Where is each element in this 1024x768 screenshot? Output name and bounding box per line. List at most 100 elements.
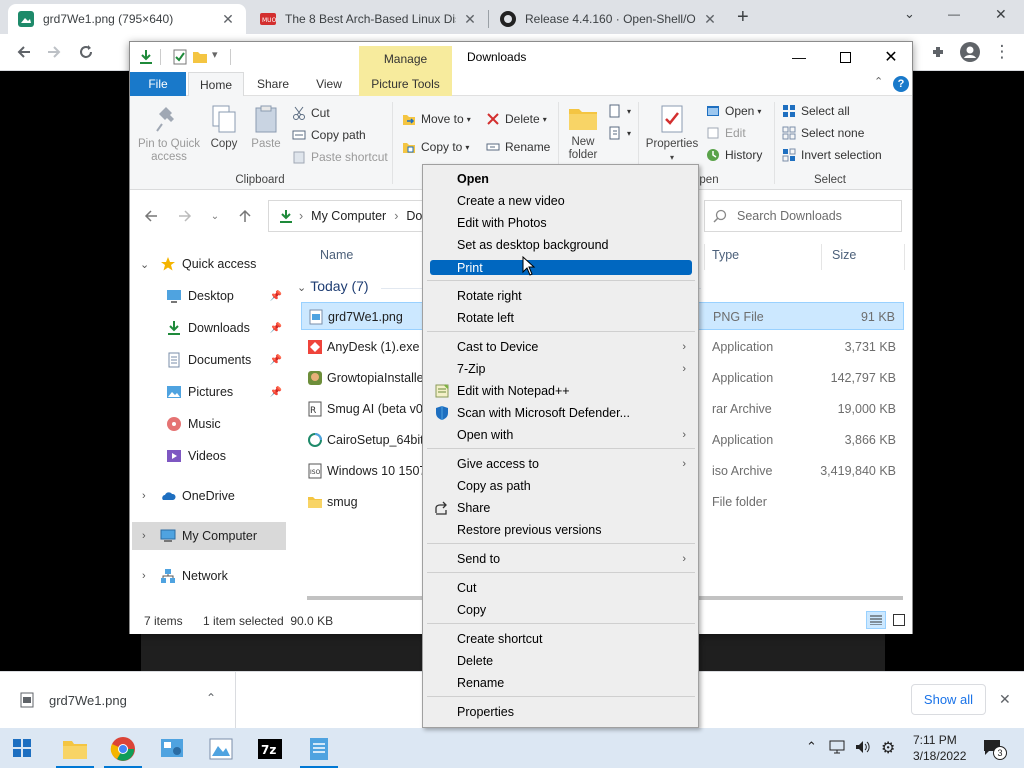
nav-pictures[interactable]: Pictures 📌 (130, 378, 288, 406)
chrome-taskbar-icon[interactable] (110, 736, 136, 762)
select-none-button[interactable]: Select none (782, 126, 864, 140)
download-options-chevron-icon[interactable]: ⌃ (206, 691, 216, 705)
tab-image[interactable]: grd7We1.png (795×640) ✕ (8, 4, 246, 34)
copy-button[interactable]: Copy (206, 104, 242, 151)
group-header[interactable]: ⌄ Today (7) (297, 278, 369, 294)
menu-scan-defender[interactable]: Scan with Microsoft Defender... (425, 402, 696, 424)
clock-date[interactable]: 3/18/2022 (913, 749, 966, 763)
column-size[interactable]: Size (832, 248, 856, 262)
recent-locations-icon[interactable]: ⌄ (206, 207, 224, 225)
properties-button[interactable]: Properties ▾ (644, 104, 700, 164)
back-icon[interactable] (12, 40, 36, 64)
menu-edit-photos[interactable]: Edit with Photos (425, 212, 696, 234)
menu-7zip[interactable]: 7-Zip › (425, 358, 696, 380)
rename-button[interactable]: Rename (486, 140, 550, 154)
chrome-menu-icon[interactable]: ⋮ (990, 40, 1014, 64)
tab-file[interactable]: File (130, 72, 186, 96)
menu-open-with[interactable]: Open with › (425, 424, 696, 446)
tab-share[interactable]: Share (248, 72, 298, 96)
nav-onedrive[interactable]: › OneDrive (130, 482, 288, 510)
menu-copy-as-path[interactable]: Copy as path (425, 475, 696, 497)
tab-view[interactable]: View (306, 72, 352, 96)
minimize-button[interactable]: — (776, 42, 822, 72)
paste-shortcut-button[interactable]: Paste shortcut (292, 150, 388, 164)
tab-picture-tools[interactable]: Picture Tools (359, 72, 452, 96)
show-all-button[interactable]: Show all (911, 684, 986, 715)
select-all-button[interactable]: Select all (782, 104, 850, 118)
minimize-button[interactable]: — (948, 7, 960, 21)
manage-tab[interactable]: Manage (359, 46, 452, 72)
tab-close-icon[interactable]: ✕ (220, 11, 236, 28)
menu-rotate-right[interactable]: Rotate right (425, 285, 696, 307)
menu-open[interactable]: Open (425, 168, 696, 190)
column-name[interactable]: Name (320, 248, 353, 262)
nav-quick-access[interactable]: ⌄ Quick access (130, 250, 288, 278)
close-button[interactable]: ✕ (868, 42, 914, 72)
nav-my-computer[interactable]: › My Computer (132, 522, 286, 550)
close-window-button[interactable]: ✕ (995, 6, 1007, 23)
nav-music[interactable]: Music (130, 410, 288, 438)
column-type[interactable]: Type (712, 248, 739, 262)
search-box[interactable]: Search Downloads (704, 200, 902, 232)
menu-send-to[interactable]: Send to › (425, 548, 696, 570)
back-icon[interactable] (142, 207, 160, 225)
close-download-bar-icon[interactable]: ✕ (999, 691, 1011, 708)
nav-videos[interactable]: Videos (130, 442, 288, 470)
invert-selection-button[interactable]: Invert selection (782, 148, 882, 162)
notepad-taskbar-icon[interactable] (306, 736, 332, 762)
menu-copy[interactable]: Copy (425, 599, 696, 621)
menu-give-access[interactable]: Give access to › (425, 453, 696, 475)
menu-create-shortcut[interactable]: Create shortcut (425, 628, 696, 650)
new-folder-qat-icon[interactable] (192, 49, 208, 65)
settings-gear-icon[interactable]: ⚙ (881, 738, 895, 758)
menu-share[interactable]: Share (425, 497, 696, 519)
windows-start-icon[interactable] (13, 739, 33, 759)
details-view-icon[interactable] (866, 611, 886, 629)
move-to-button[interactable]: Move to ▾ (402, 112, 471, 126)
new-folder-button[interactable]: New folder (566, 104, 600, 162)
nav-desktop[interactable]: Desktop 📌 (130, 282, 288, 310)
volume-icon[interactable] (854, 739, 870, 755)
up-icon[interactable] (236, 207, 254, 225)
copy-path-button[interactable]: Copy path (292, 128, 366, 142)
properties-qat-icon[interactable] (172, 49, 188, 65)
collapsed-chevron-icon[interactable]: › (142, 530, 146, 542)
tab-close-icon[interactable]: ✕ (702, 11, 718, 28)
history-button[interactable]: History (706, 148, 762, 162)
menu-rename[interactable]: Rename (425, 672, 696, 694)
nav-documents[interactable]: Documents 📌 (130, 346, 288, 374)
edit-button[interactable]: Edit (706, 126, 746, 140)
profile-icon[interactable] (958, 40, 982, 64)
tab-close-icon[interactable]: ✕ (462, 11, 478, 28)
forward-icon[interactable] (176, 207, 194, 225)
tab-arch-article[interactable]: MUO The 8 Best Arch-Based Linux Distros … (250, 4, 488, 34)
delete-button[interactable]: Delete ▾ (486, 112, 547, 126)
forward-icon[interactable] (42, 40, 66, 64)
paste-button[interactable]: Paste (248, 104, 284, 151)
tab-home[interactable]: Home (188, 72, 244, 96)
pin-to-quick-access-button[interactable]: Pin to Quick access (136, 104, 202, 164)
network-tray-icon[interactable] (829, 739, 845, 755)
menu-set-background[interactable]: Set as desktop background (425, 234, 696, 256)
menu-rotate-left[interactable]: Rotate left (425, 307, 696, 329)
breadcrumb-downloads[interactable]: Do (406, 209, 422, 223)
menu-restore-versions[interactable]: Restore previous versions (425, 519, 696, 541)
menu-cut[interactable]: Cut (425, 577, 696, 599)
nav-network[interactable]: › Network (130, 562, 288, 590)
menu-properties[interactable]: Properties (425, 701, 696, 723)
collapsed-chevron-icon[interactable]: › (142, 570, 146, 582)
easy-access-button[interactable]: ▾ (608, 126, 631, 140)
menu-print[interactable]: Print (430, 260, 692, 275)
open-button[interactable]: Open ▾ (706, 104, 761, 118)
cut-button[interactable]: Cut (292, 106, 330, 120)
menu-cast-to-device[interactable]: Cast to Device › (425, 336, 696, 358)
7zip-taskbar-icon[interactable]: 7z (257, 736, 283, 762)
reload-icon[interactable] (74, 40, 98, 64)
collapsed-chevron-icon[interactable]: › (142, 490, 146, 502)
menu-edit-notepadpp[interactable]: Edit with Notepad++ (425, 380, 696, 402)
help-icon[interactable]: ? (893, 76, 909, 92)
photos-taskbar-icon[interactable] (208, 736, 234, 762)
menu-create-video[interactable]: Create a new video (425, 190, 696, 212)
extensions-icon[interactable] (926, 40, 950, 64)
large-icons-view-icon[interactable] (890, 611, 908, 629)
